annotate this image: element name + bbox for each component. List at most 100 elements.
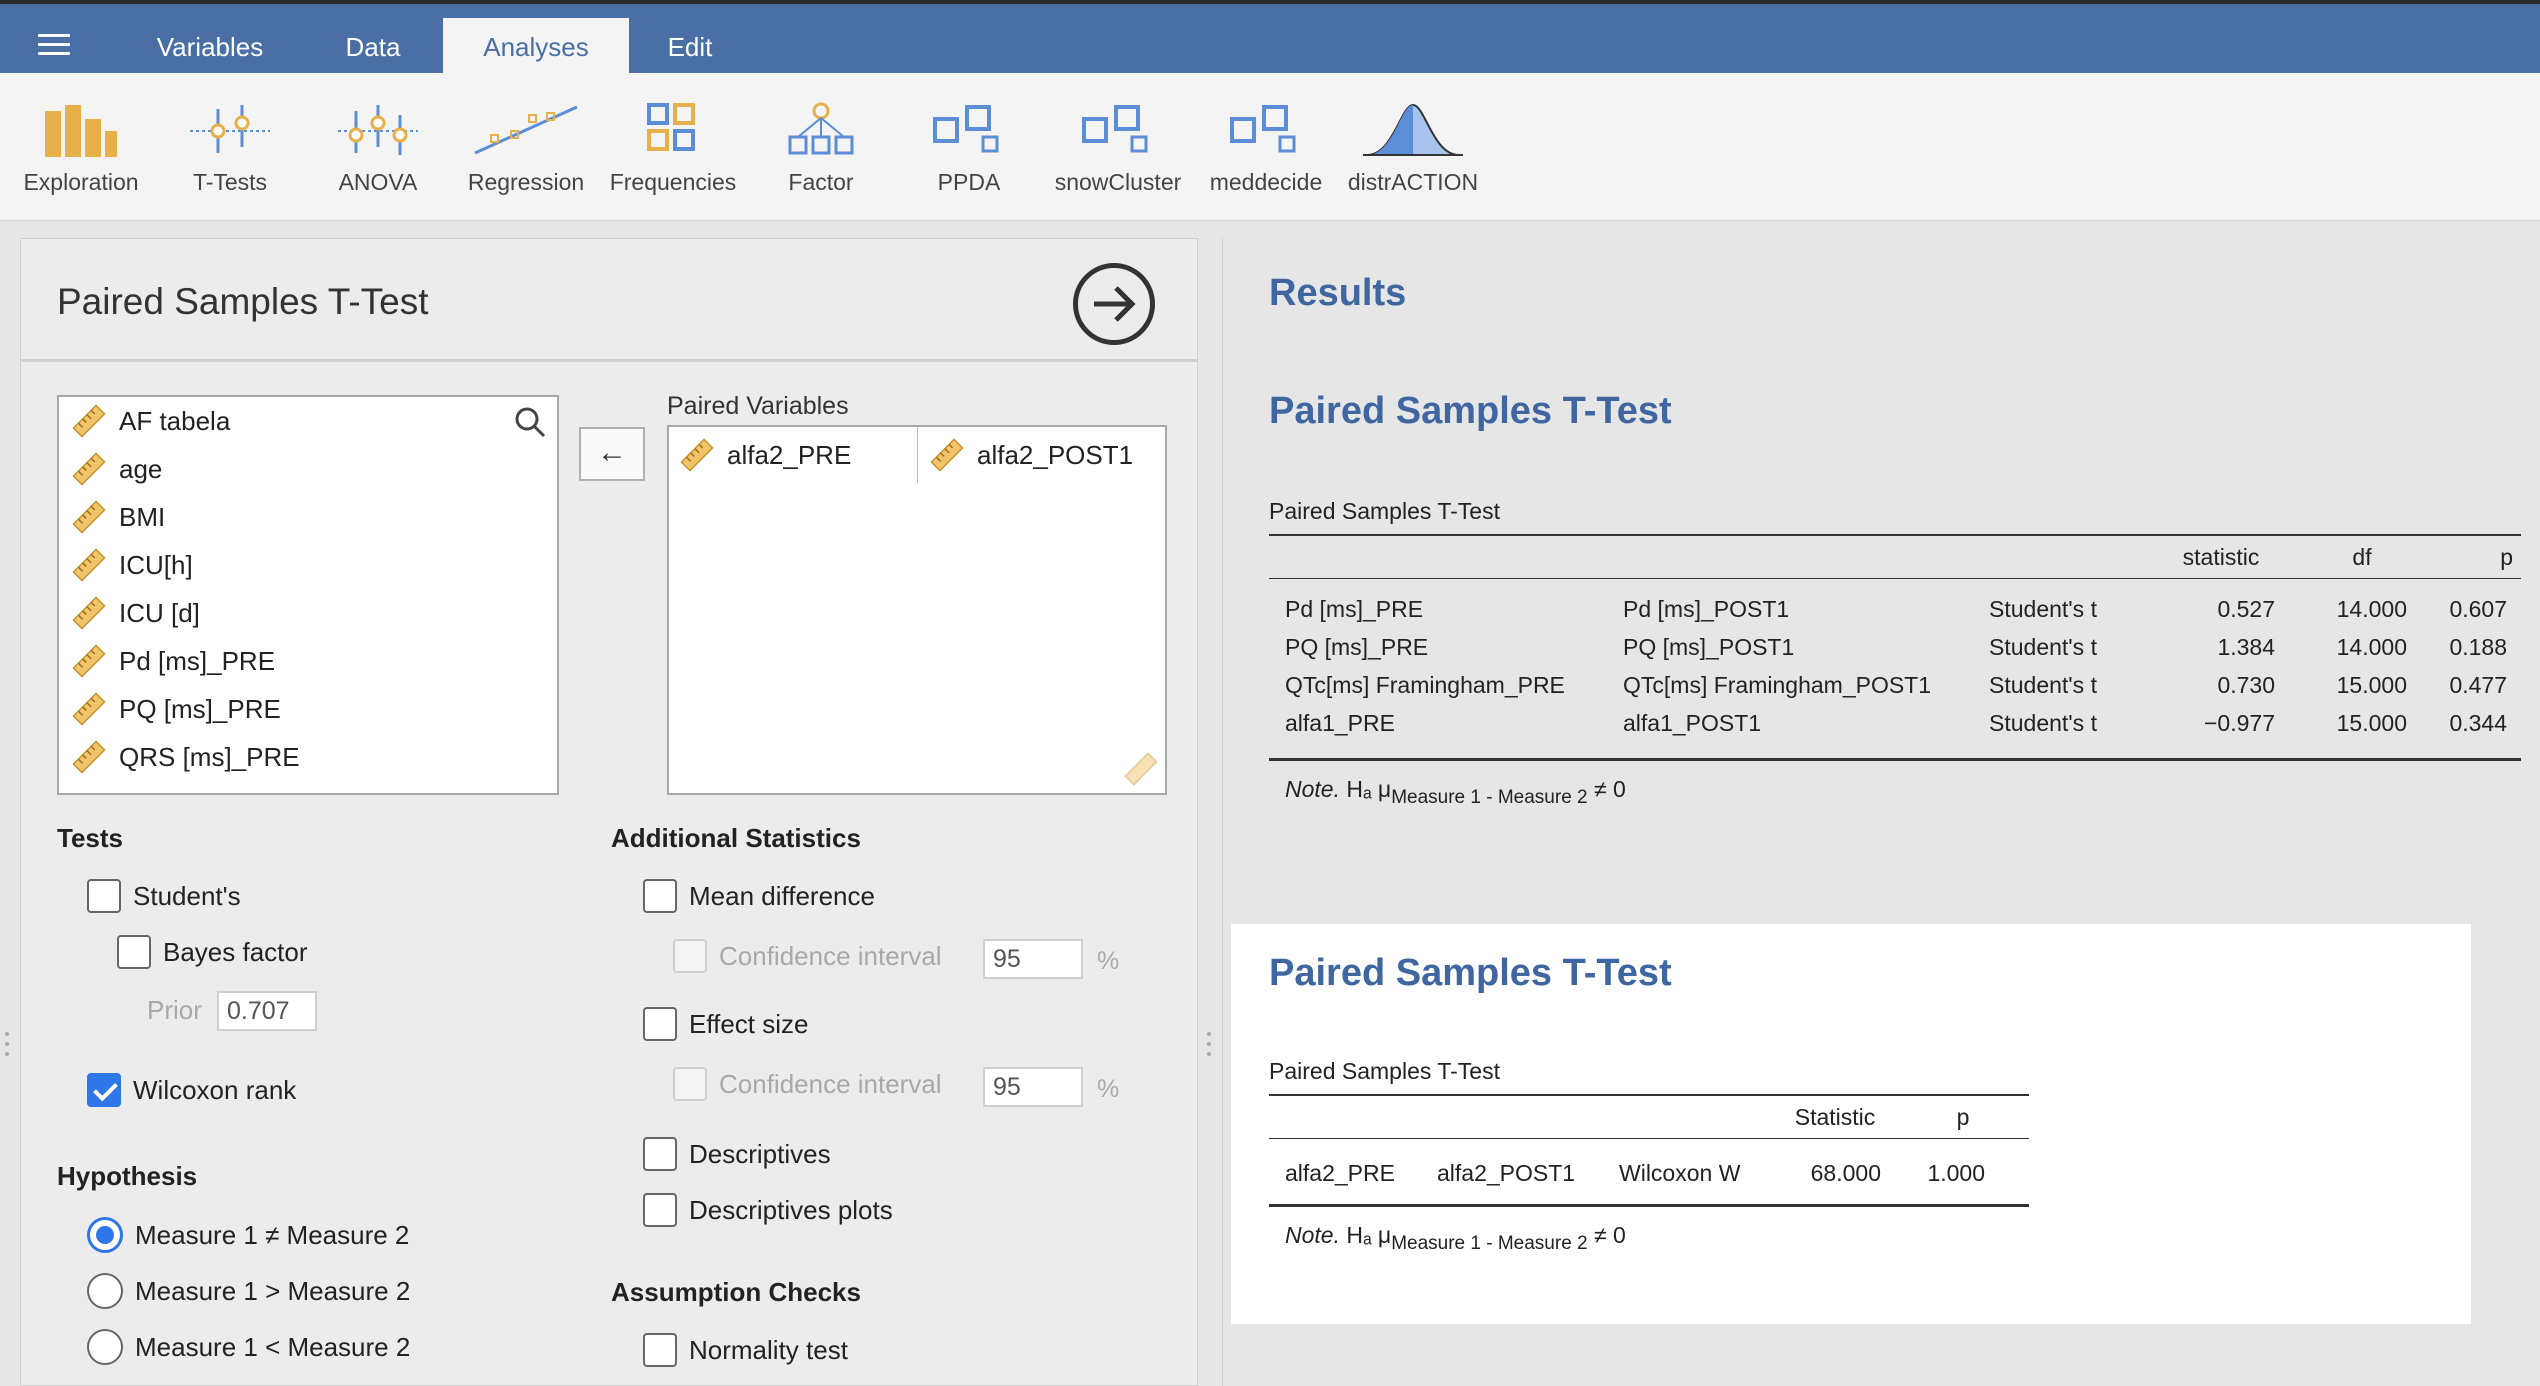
variable-list[interactable]: AF tabela age BMI ICU[h] ICU [d] Pd [ms]_PRE P… — [57, 395, 559, 795]
checkbox[interactable] — [643, 1333, 677, 1367]
anova-button[interactable]: ANOVA — [303, 101, 453, 201]
table-cell-test: Student's t — [1989, 710, 2097, 736]
ci1-input: 95 — [983, 939, 1083, 979]
col-p: p — [2500, 544, 2513, 570]
effect-size-checkbox[interactable]: Effect size — [643, 1007, 808, 1041]
table-cell-m1: PQ [ms]_PRE — [1285, 634, 1429, 660]
exploration-button[interactable]: Exploration — [6, 101, 156, 201]
checkbox[interactable] — [643, 1007, 677, 1041]
analysis1-note: Note. Hₐ μMeasure 1 - Measure 2 ≠ 0 — [1285, 776, 1626, 808]
variable-list-item[interactable]: ICU[h] — [59, 541, 557, 589]
col2-statistic: Statistic — [1794, 1104, 1876, 1130]
distraction-icon — [1363, 103, 1463, 156]
paired-measure-1[interactable]: alfa2_PRE — [669, 427, 917, 483]
analyses-ribbon: Exploration T-Tests ANOVA Regression Fre… — [0, 73, 2540, 221]
table-cell-stat: 0.730 — [2217, 672, 2275, 698]
snowcluster-button[interactable]: snowCluster — [1043, 101, 1193, 201]
analysis1-heading: Paired Samples T-Test — [1269, 390, 1672, 432]
table-cell-m1: QTc[ms] Framingham_PRE — [1285, 672, 1565, 698]
ruler-icon — [72, 644, 106, 678]
radio[interactable] — [87, 1217, 123, 1253]
regression-button[interactable]: Regression — [451, 101, 601, 201]
pair-divider — [917, 427, 918, 483]
ttests-button[interactable]: T-Tests — [155, 101, 305, 201]
search-icon[interactable] — [513, 405, 547, 439]
hamburger-menu-icon[interactable] — [38, 34, 70, 61]
col2-p: p — [1956, 1104, 1970, 1130]
table-cell-test: Student's t — [1989, 672, 2097, 698]
paired-measure-2[interactable]: alfa2_POST1 — [919, 427, 1167, 483]
checkbox[interactable] — [643, 1137, 677, 1171]
bayes-factor-checkbox[interactable]: Bayes factor — [117, 935, 308, 969]
table-cell-m2: PQ [ms]_POST1 — [1623, 634, 1795, 660]
table-cell-df: 14.000 — [2336, 634, 2407, 660]
radio[interactable] — [87, 1329, 123, 1365]
distraction-button[interactable]: distrACTION — [1338, 101, 1488, 201]
meddecide-button[interactable]: meddecide — [1191, 101, 1341, 201]
move-variable-button[interactable]: ← — [579, 427, 645, 481]
table-cell-stat: 1.384 — [2217, 634, 2275, 660]
tab-variables[interactable]: Variables — [126, 18, 294, 77]
checkbox[interactable] — [643, 879, 677, 913]
center-splitter-handle[interactable] — [1207, 1032, 1213, 1060]
variable-name: BMI — [119, 501, 166, 532]
confidence-interval-2-checkbox: Confidence interval — [673, 1067, 942, 1101]
arrow-right-icon — [1094, 286, 1136, 322]
descriptives-checkbox[interactable]: Descriptives — [643, 1137, 831, 1171]
left-splitter-handle[interactable] — [5, 1032, 11, 1060]
ruler-icon — [72, 692, 106, 726]
hypothesis-ne-radio[interactable]: Measure 1 ≠ Measure 2 — [87, 1217, 409, 1253]
prior-input[interactable]: 0.707 — [217, 991, 317, 1031]
table2-test: Wilcoxon W — [1619, 1160, 1741, 1186]
variable-list-item[interactable]: age — [59, 445, 557, 493]
wilcoxon-checkbox[interactable]: Wilcoxon rank — [87, 1073, 296, 1107]
table2-statistic: 68.000 — [1810, 1160, 1881, 1186]
checkbox[interactable] — [117, 935, 151, 969]
tab-edit[interactable]: Edit — [640, 18, 740, 77]
ci1-percent: % — [1097, 947, 1120, 975]
checkbox[interactable] — [87, 879, 121, 913]
table-cell-m2: QTc[ms] Framingham_POST1 — [1623, 672, 1932, 698]
table2-measure2: alfa2_POST1 — [1437, 1160, 1576, 1186]
results-panel: Results Paired Samples T-Test Paired Sam… — [1222, 238, 2540, 1386]
table-bottom-rule — [1269, 758, 2521, 761]
normality-test-checkbox[interactable]: Normality test — [643, 1333, 848, 1367]
run-arrow-button[interactable] — [1073, 263, 1155, 345]
table-header-rule — [1269, 578, 2521, 579]
variable-name: age — [119, 453, 163, 484]
checkbox[interactable] — [643, 1193, 677, 1227]
ppda-icon — [933, 105, 999, 153]
hypothesis-gt-radio[interactable]: Measure 1 > Measure 2 — [87, 1273, 410, 1309]
radio[interactable] — [87, 1273, 123, 1309]
variable-list-item[interactable]: QRS [ms]_PRE — [59, 733, 557, 781]
variable-list-item[interactable]: Pd [ms]_PRE — [59, 637, 557, 685]
table-cell-p: 0.607 — [2449, 596, 2507, 622]
variable-list-item[interactable]: PQ [ms]_PRE — [59, 685, 557, 733]
menu-bar: Variables Data Analyses Edit — [0, 0, 2540, 77]
table2-top-rule — [1269, 1094, 2029, 1096]
descriptives-plots-checkbox[interactable]: Descriptives plots — [643, 1193, 893, 1227]
hypothesis-lt-radio[interactable]: Measure 1 < Measure 2 — [87, 1329, 410, 1365]
variable-list-item[interactable]: AF tabela — [59, 397, 557, 445]
ruler-icon — [680, 438, 714, 472]
prior-label: Prior — [147, 995, 202, 1025]
factor-button[interactable]: Factor — [746, 101, 896, 201]
frequencies-button[interactable]: Frequencies — [598, 101, 748, 201]
title-divider — [21, 359, 1197, 362]
ppda-button[interactable]: PPDA — [894, 101, 1044, 201]
tab-data[interactable]: Data — [314, 18, 432, 77]
table2-bottom-rule — [1269, 1204, 2029, 1207]
table-cell-m2: Pd [ms]_POST1 — [1623, 596, 1790, 622]
ruler-icon — [72, 740, 106, 774]
tab-analyses[interactable]: Analyses — [443, 18, 629, 77]
checkbox[interactable] — [87, 1073, 121, 1107]
variable-list-item[interactable]: ICU [d] — [59, 589, 557, 637]
mean-difference-checkbox[interactable]: Mean difference — [643, 879, 875, 913]
variable-list-item[interactable]: BMI — [59, 493, 557, 541]
students-checkbox[interactable]: Student's — [87, 879, 241, 913]
paired-variables-box[interactable]: alfa2_PRE alfa2_POST1 — [667, 425, 1167, 795]
col-df: df — [2352, 544, 2372, 570]
checkbox — [673, 939, 707, 973]
variable-name: ICU[h] — [119, 549, 193, 580]
options-panel: Paired Samples T-Test AF tabela age BMI ICU… — [20, 238, 1198, 1386]
